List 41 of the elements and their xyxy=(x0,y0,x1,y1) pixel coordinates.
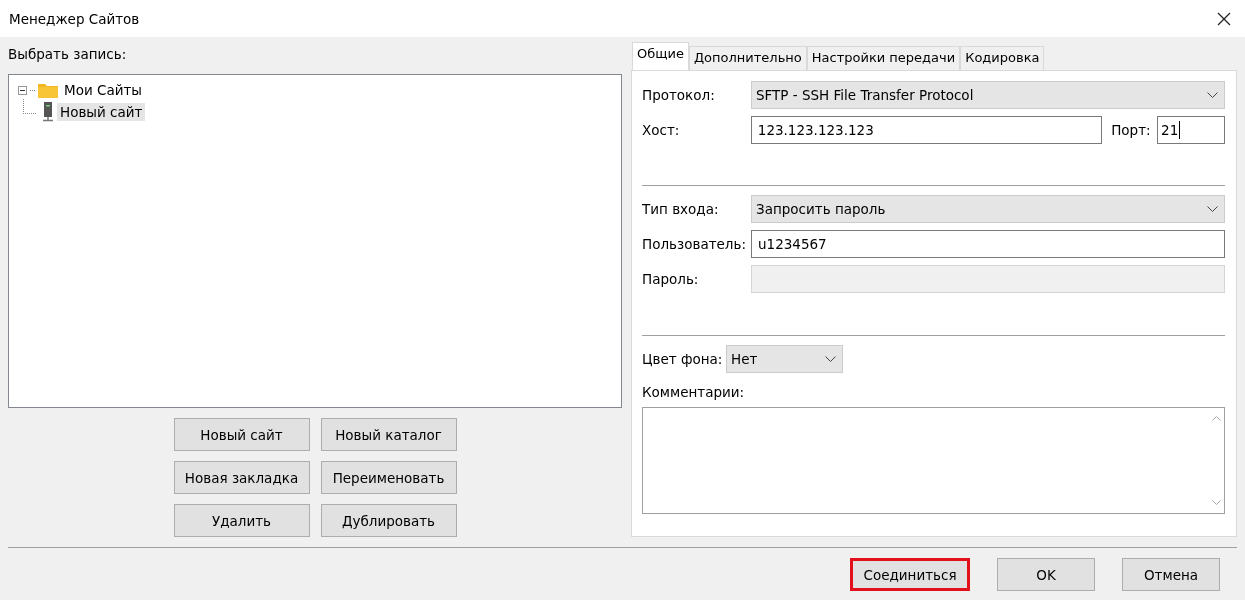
background-color-dropdown[interactable]: Нет xyxy=(726,345,843,373)
action-button[interactable]: Новая закладка xyxy=(173,461,310,494)
protocol-dropdown[interactable]: SFTP - SSH File Transfer Protocol xyxy=(751,81,1225,109)
field-label: Цвет фона: xyxy=(642,351,724,367)
action-button[interactable]: Дублировать xyxy=(320,504,457,537)
action-button[interactable]: Новый сайт xyxy=(173,418,310,451)
chevron-down-icon xyxy=(1207,206,1218,212)
field-label: Пароль: xyxy=(642,271,700,287)
dialog-button[interactable]: Соединиться xyxy=(850,558,970,591)
collapse-toggle-icon[interactable] xyxy=(18,85,27,95)
tab[interactable]: Общие xyxy=(632,42,689,70)
action-button[interactable]: Переименовать xyxy=(320,461,457,494)
tab[interactable]: Дополнительно xyxy=(688,46,807,70)
chevron-down-icon[interactable] xyxy=(1211,500,1221,505)
action-button[interactable]: Новый каталог xyxy=(320,418,457,451)
field-label: Пользователь: xyxy=(642,236,747,252)
dialog-button[interactable]: Отмена xyxy=(1122,558,1220,591)
port-field[interactable]: 21 xyxy=(1157,116,1225,144)
tree-item[interactable]: Мои Сайты xyxy=(61,81,145,99)
chevron-down-icon xyxy=(1207,92,1218,98)
close-icon[interactable] xyxy=(1217,11,1231,26)
field-label: Порт: xyxy=(1111,122,1152,138)
field-label: Протокол: xyxy=(642,87,716,103)
field-label: Комментарии: xyxy=(642,384,746,400)
user-field[interactable]: u1234567 xyxy=(751,230,1225,258)
window-title: Менеджер Сайтов xyxy=(9,10,140,27)
action-button[interactable]: Удалить xyxy=(173,504,310,537)
chevron-down-icon xyxy=(825,356,836,362)
field-label: Тип входа: xyxy=(642,201,720,217)
tab[interactable]: Кодировка xyxy=(960,46,1045,70)
tab[interactable]: Настройки передачи xyxy=(806,46,961,70)
logon-type-dropdown[interactable]: Запросить пароль xyxy=(751,195,1225,223)
host-field[interactable]: 123.123.123.123 xyxy=(750,116,1103,144)
tree-label: Выбрать запись: xyxy=(8,46,128,64)
server-icon xyxy=(42,102,54,122)
folder-icon xyxy=(38,82,58,98)
field-label: Хост: xyxy=(642,122,681,138)
tree-item[interactable]: Новый сайт xyxy=(57,103,146,121)
dialog-button[interactable]: OK xyxy=(997,558,1095,591)
comments-field[interactable] xyxy=(642,407,1225,514)
chevron-up-icon[interactable] xyxy=(1211,416,1221,421)
